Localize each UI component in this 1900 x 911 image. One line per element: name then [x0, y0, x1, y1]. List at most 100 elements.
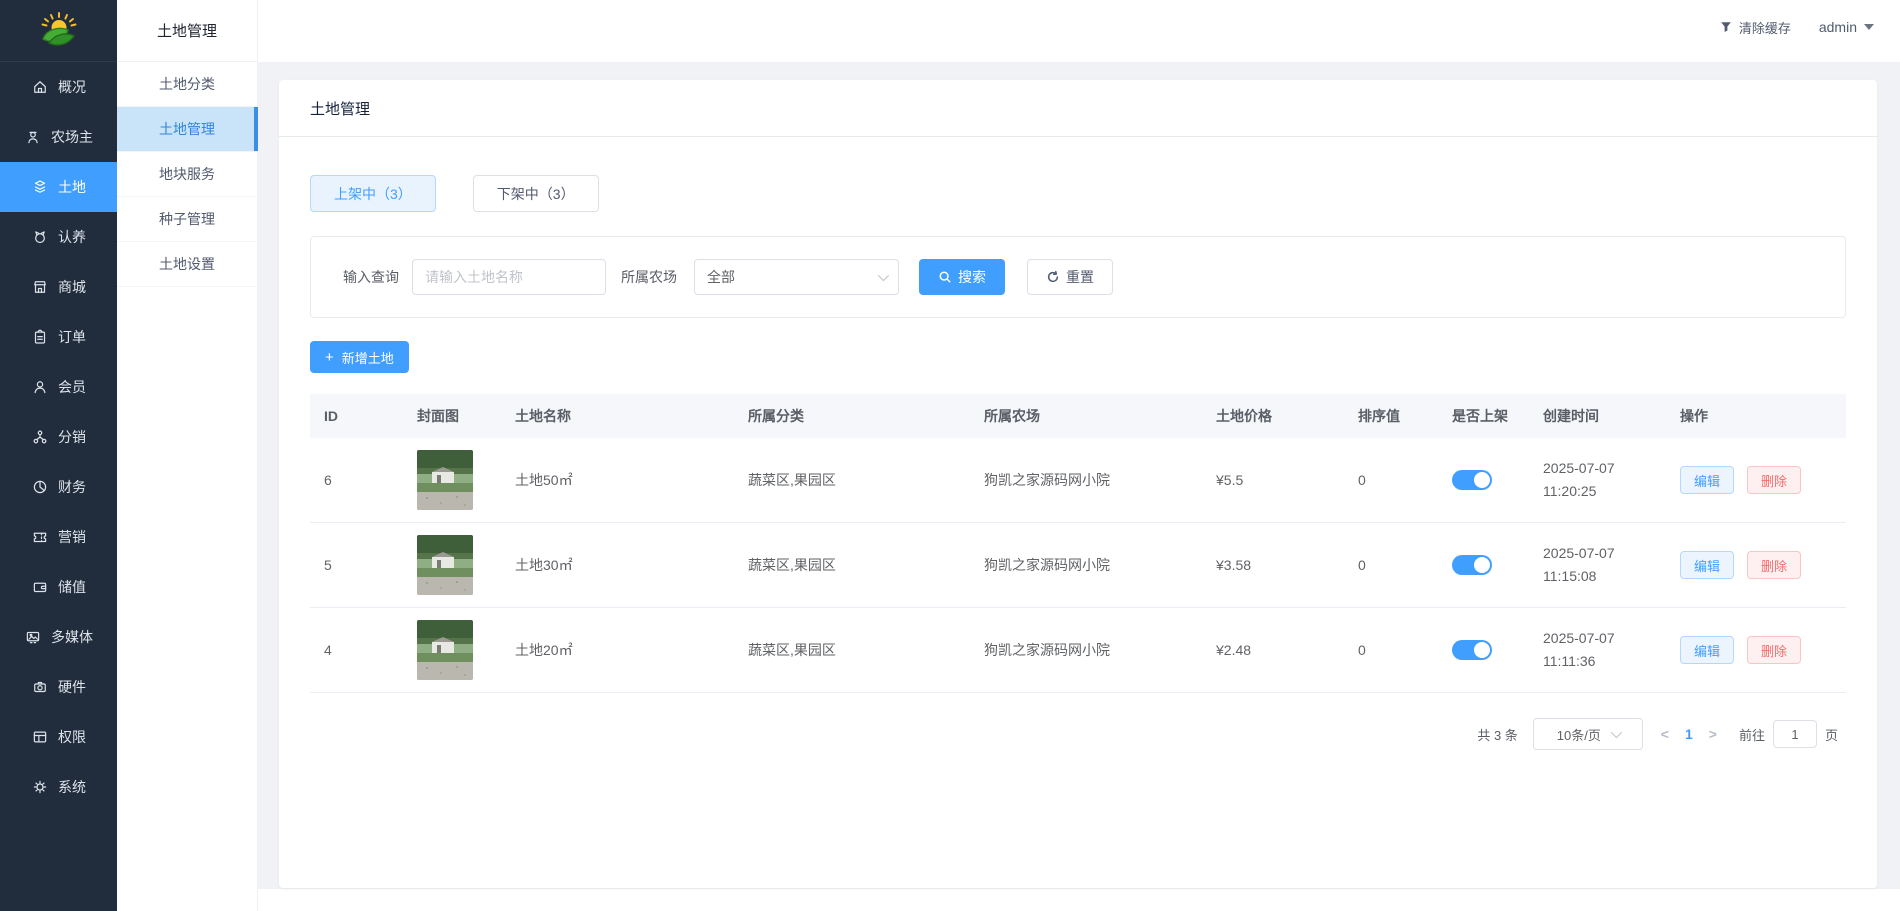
bottom-strip [258, 889, 1900, 911]
farm-label: 所属农场 [621, 267, 677, 287]
sub-nav-item-land-settings[interactable]: 土地设置 [117, 242, 257, 287]
nav-item-overview[interactable]: 概况 [0, 62, 117, 112]
on-sale-toggle[interactable] [1452, 555, 1492, 575]
nav-item-land[interactable]: 土地 [0, 162, 117, 212]
land-admin-app: 概况 农场主 土地 认养 商城 订单 [0, 0, 1900, 911]
nav-item-farmer[interactable]: 农场主 [0, 112, 117, 162]
goto-page-input[interactable] [1773, 720, 1817, 748]
tab-off-sale[interactable]: 下架中（3） [473, 175, 599, 212]
delete-button[interactable]: 删除 [1747, 466, 1801, 494]
user-menu[interactable]: admin [1819, 19, 1874, 35]
col-sort: 排序值 [1344, 406, 1438, 426]
sub-nav-label: 土地分类 [159, 74, 215, 94]
delete-button[interactable]: 删除 [1747, 551, 1801, 579]
land-name-input[interactable] [412, 259, 606, 295]
search-icon [938, 270, 952, 284]
nav-item-permission[interactable]: 权限 [0, 712, 117, 762]
clear-cache-label: 清除缓存 [1739, 18, 1791, 37]
nav-item-mall[interactable]: 商城 [0, 262, 117, 312]
sub-nav-item-land-category[interactable]: 土地分类 [117, 62, 257, 107]
username: admin [1819, 19, 1857, 35]
search-button-label: 搜索 [958, 267, 986, 287]
nav-label: 财务 [58, 477, 86, 497]
page-size-select[interactable]: 10条/页 [1533, 718, 1643, 750]
current-page[interactable]: 1 [1685, 726, 1693, 742]
share-icon [31, 428, 49, 446]
delete-button[interactable]: 删除 [1747, 636, 1801, 664]
nav-item-hardware[interactable]: 硬件 [0, 662, 117, 712]
nav-label: 硬件 [58, 677, 86, 697]
chevron-down-icon [1611, 727, 1622, 738]
nav-item-distribution[interactable]: 分销 [0, 412, 117, 462]
sub-nav-item-plot-service[interactable]: 地块服务 [117, 152, 257, 197]
land-manage-card: 土地管理 上架中（3） 下架中（3） 输入查询 所属农场 全部 [279, 80, 1877, 888]
on-sale-toggle[interactable] [1452, 470, 1492, 490]
edit-button[interactable]: 编辑 [1680, 636, 1734, 664]
add-land-label: 新增土地 [342, 348, 394, 367]
edit-button[interactable]: 编辑 [1680, 551, 1734, 579]
sub-nav-label: 土地管理 [159, 119, 215, 139]
col-actions: 操作 [1666, 406, 1846, 426]
nav-item-member[interactable]: 会员 [0, 362, 117, 412]
nav-label: 商城 [58, 277, 86, 297]
add-land-button[interactable]: + 新增土地 [310, 341, 409, 373]
nav-item-stored-value[interactable]: 储值 [0, 562, 117, 612]
row-price: ¥5.5 [1202, 472, 1344, 488]
nav-item-adopt[interactable]: 认养 [0, 212, 117, 262]
row-id: 5 [310, 557, 403, 573]
farm-select[interactable]: 全部 [694, 259, 899, 295]
nav-label: 概况 [58, 77, 86, 97]
pie-icon [31, 478, 49, 496]
order-icon [31, 328, 49, 346]
home-icon [31, 78, 49, 96]
sub-nav-label: 土地设置 [159, 254, 215, 274]
nav-label: 认养 [58, 227, 86, 247]
row-price: ¥3.58 [1202, 557, 1344, 573]
sub-sidebar: 土地管理 土地分类 土地管理 地块服务 种子管理 土地设置 [117, 0, 258, 911]
land-cover-image[interactable] [417, 620, 473, 680]
nav-item-finance[interactable]: 财务 [0, 462, 117, 512]
col-id: ID [310, 408, 403, 424]
plus-icon: + [325, 350, 334, 365]
land-cover-image[interactable] [417, 535, 473, 595]
goto-label: 前往 [1739, 725, 1765, 744]
nav-item-media[interactable]: 多媒体 [0, 612, 117, 662]
row-farm: 狗凯之家源码网小院 [970, 470, 1202, 490]
next-page-button[interactable]: > [1709, 726, 1717, 742]
nav-item-marketing[interactable]: 营销 [0, 512, 117, 562]
row-name: 土地30㎡ [501, 555, 734, 575]
row-farm: 狗凯之家源码网小院 [970, 640, 1202, 660]
sub-nav-item-seed-manage[interactable]: 种子管理 [117, 197, 257, 242]
search-button[interactable]: 搜索 [919, 259, 1005, 295]
land-cover-image[interactable] [417, 450, 473, 510]
nav-label: 会员 [58, 377, 86, 397]
tab-on-sale[interactable]: 上架中（3） [310, 175, 436, 212]
table-row: 4 土地20㎡ [310, 608, 1846, 693]
col-name: 土地名称 [501, 406, 734, 426]
brand-logo[interactable] [0, 0, 117, 62]
on-sale-toggle[interactable] [1452, 640, 1492, 660]
search-panel: 输入查询 所属农场 全部 搜索 重置 [310, 236, 1846, 318]
prev-page-button[interactable]: < [1661, 726, 1669, 742]
nav-item-system[interactable]: 系统 [0, 762, 117, 812]
edit-button[interactable]: 编辑 [1680, 466, 1734, 494]
reset-button-label: 重置 [1066, 267, 1094, 287]
clear-cache-button[interactable]: 清除缓存 [1719, 18, 1791, 37]
col-cover: 封面图 [403, 406, 501, 426]
media-icon [24, 628, 42, 646]
row-sort: 0 [1344, 557, 1438, 573]
row-id: 6 [310, 472, 403, 488]
reset-button[interactable]: 重置 [1027, 259, 1113, 295]
page-unit-label: 页 [1825, 725, 1838, 744]
nav-label: 分销 [58, 427, 86, 447]
pagination: 共 3 条 10条/页 < 1 > 前往 页 [310, 718, 1846, 750]
col-on-sale: 是否上架 [1438, 406, 1529, 426]
layout-icon [31, 728, 49, 746]
content-area: 土地管理 上架中（3） 下架中（3） 输入查询 所属农场 全部 [258, 62, 1900, 911]
row-name: 土地20㎡ [501, 640, 734, 660]
sub-nav-item-land-manage[interactable]: 土地管理 [117, 107, 257, 152]
nav-item-order[interactable]: 订单 [0, 312, 117, 362]
row-category: 蔬菜区,果园区 [734, 555, 970, 575]
camera-icon [31, 678, 49, 696]
col-category: 所属分类 [734, 406, 970, 426]
